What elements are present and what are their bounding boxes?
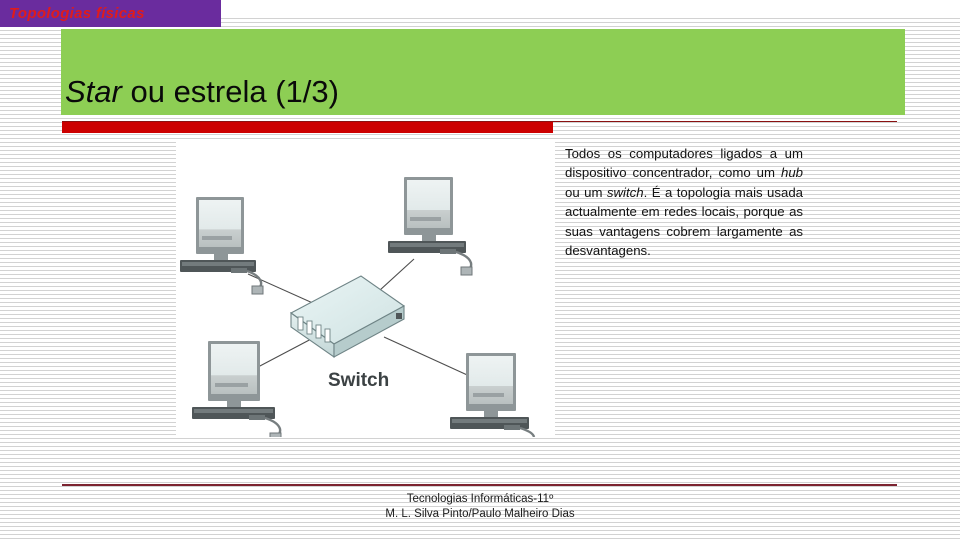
diagram-svg: Switch (176, 141, 555, 437)
body-text-part2: ou um (565, 184, 607, 200)
page-title-emphasis: Star (65, 74, 122, 110)
body-paragraph: Todos os computadores ligados a um dispo… (565, 144, 803, 260)
footer: Tecnologias Informáticas-11º M. L. Silva… (0, 492, 960, 522)
page-title: Star ou estrela (1/3) (61, 29, 905, 115)
star-topology-diagram: Switch (176, 141, 555, 437)
footer-authors: M. L. Silva Pinto/Paulo Malheiro Dias (385, 508, 575, 520)
topic-tab: Topologias físicas (0, 0, 221, 27)
footer-course: Tecnologias Informáticas-11º (406, 493, 554, 505)
body-term-switch: switch (606, 184, 644, 200)
diagram-graphic: Switch (176, 141, 555, 437)
slide-canvas: Topologias físicas Star ou estrela (1/3) (0, 0, 960, 540)
page-title-rest: ou estrela (1/3) (121, 74, 339, 110)
body-text-part1: Todos os computadores ligados a um dispo… (565, 146, 803, 181)
topic-tab-label: Topologias físicas (9, 5, 145, 22)
footer-divider (62, 484, 897, 486)
page-title-text: Star ou estrela (1/3) (65, 76, 339, 109)
body-term-hub: hub (780, 165, 803, 181)
switch-caption: Switch (328, 370, 389, 391)
heading-underline-bar (62, 122, 553, 133)
